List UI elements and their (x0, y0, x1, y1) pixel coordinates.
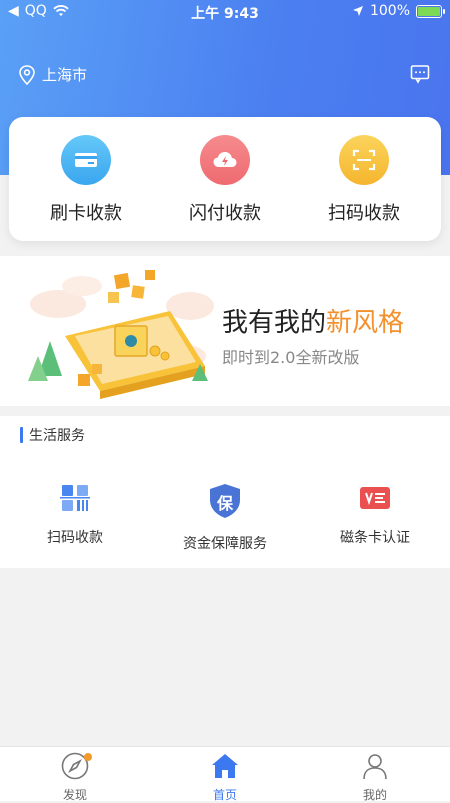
status-bar: ◀ QQ 上午 9:43 100% (0, 0, 450, 24)
quick-actions-card: 刷卡收款 闪付收款 扫码收款 (9, 117, 441, 241)
cloud-icon (200, 135, 250, 185)
bottom-tab-bar: 发现 首页 我的 (0, 746, 450, 803)
scan-icon (339, 135, 389, 185)
service-label: 扫码收款 (47, 530, 103, 546)
section-marker (20, 427, 23, 443)
quick-action-scan-payment[interactable]: 扫码收款 (294, 135, 434, 225)
service-magstripe-verify[interactable]: 磁条卡认证 (300, 483, 450, 547)
user-icon (363, 754, 387, 780)
service-fund-protection[interactable]: 保 资金保障服务 (150, 483, 300, 553)
quick-action-label: 扫码收款 (328, 203, 400, 224)
tab-label: 我的 (362, 788, 387, 802)
message-icon (410, 65, 430, 84)
banner-title-highlight: 新风格 (326, 308, 405, 338)
service-label: 资金保障服务 (183, 536, 267, 552)
tab-home[interactable]: 首页 (180, 751, 270, 803)
battery-percent: 100% (369, 3, 410, 19)
tab-discover[interactable]: 发现 (30, 751, 120, 803)
card-verify-icon (360, 487, 390, 509)
quick-action-label: 闪付收款 (189, 203, 261, 224)
shield-badge-text: 保 (216, 494, 233, 513)
banner-illustration (28, 270, 214, 399)
home-icon (212, 754, 238, 778)
battery-icon (416, 4, 445, 18)
tab-label: 发现 (62, 788, 87, 802)
location-label: 上海市 (42, 66, 88, 84)
location-selector[interactable]: 上海市 (18, 64, 87, 85)
card-icon (61, 135, 111, 185)
quick-action-quickpass[interactable]: 闪付收款 (155, 135, 295, 225)
tab-label: 首页 (212, 788, 237, 802)
life-services-header: 生活服务 (20, 425, 85, 445)
quick-action-label: 刷卡收款 (50, 203, 122, 224)
service-label: 磁条卡认证 (340, 530, 410, 546)
quick-action-card-payment[interactable]: 刷卡收款 (16, 135, 156, 225)
banner-title-prefix: 我有我的 (222, 308, 327, 338)
location-arrow-icon (352, 6, 363, 16)
qr-code-icon (60, 485, 90, 511)
message-button[interactable] (410, 64, 430, 88)
tab-mine[interactable]: 我的 (330, 751, 420, 803)
life-services-title: 生活服务 (29, 428, 85, 444)
banner-subtitle: 即时到2.0全新改版 (222, 348, 360, 367)
location-pin-icon (19, 64, 35, 85)
service-scan-payment[interactable]: 扫码收款 (0, 483, 150, 547)
banner-title: 我有我的新风格 (222, 302, 404, 339)
promo-banner[interactable]: 我有我的新风格 即时到2.0全新改版 (0, 256, 450, 406)
notification-dot (84, 753, 92, 761)
